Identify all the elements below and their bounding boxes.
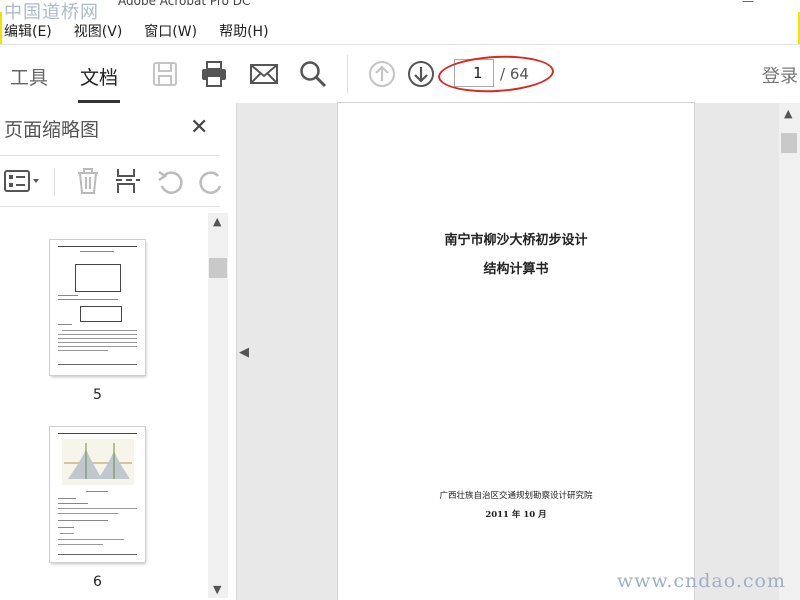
scrollbar-thumb[interactable] bbox=[781, 133, 797, 153]
scrollbar-thumb[interactable] bbox=[209, 258, 227, 278]
scroll-up-icon[interactable]: ▲ bbox=[784, 107, 792, 120]
panel-separator bbox=[54, 168, 55, 196]
page-thumbnail-6[interactable] bbox=[50, 427, 145, 562]
thumb-text-line bbox=[62, 330, 137, 331]
print-icon[interactable] bbox=[199, 59, 229, 89]
thumb-text-line bbox=[58, 346, 137, 347]
thumb-text-line bbox=[58, 342, 137, 343]
thumb-table bbox=[80, 306, 122, 322]
watermark-bottom: www.cndao.com bbox=[616, 570, 786, 592]
tab-tools[interactable]: 工具 bbox=[10, 63, 48, 90]
thumbnail-scrollbar[interactable]: ▲ ▼ bbox=[208, 213, 228, 598]
thumb-text-line bbox=[58, 338, 137, 339]
thumb-table bbox=[75, 264, 121, 292]
menu-bar: 编辑(E) 视图(V) 窗口(W) 帮助(H) bbox=[0, 18, 800, 44]
thumb-header-line bbox=[58, 433, 137, 434]
thumb-header-line bbox=[58, 246, 137, 247]
menu-view[interactable]: 视图(V) bbox=[72, 19, 125, 43]
thumbnail-list: 5 6 bbox=[0, 209, 208, 600]
rotate-right-icon[interactable] bbox=[198, 166, 222, 196]
thumb-text-line bbox=[58, 350, 108, 351]
document-title: 南宁市柳沙大桥初步设计 bbox=[444, 233, 588, 248]
menu-window[interactable]: 窗口(W) bbox=[142, 19, 199, 43]
document-scrollbar[interactable]: ▲ bbox=[779, 103, 800, 600]
thumb-text-line bbox=[86, 491, 108, 492]
document-view: ◀ 南宁市柳沙大桥初步设计 结构计算书 广西壮族自治区交通规划勘察设计研究院 2… bbox=[237, 103, 800, 600]
document-organization: 广西壮族自治区交通规划勘察设计研究院 bbox=[439, 491, 593, 501]
thumb-text-line bbox=[58, 498, 76, 499]
tab-document[interactable]: 文档 bbox=[80, 63, 118, 90]
options-menu-icon[interactable] bbox=[4, 166, 44, 196]
thumb-text-line bbox=[58, 513, 118, 514]
toolbar: 工具 文档 1 / 64 bbox=[0, 44, 800, 104]
rotate-left-icon[interactable] bbox=[156, 166, 184, 196]
login-link[interactable]: 登录 bbox=[762, 62, 798, 88]
close-icon[interactable]: ✕ bbox=[190, 115, 208, 140]
scroll-down-icon[interactable]: ▼ bbox=[213, 583, 221, 596]
document-page: 南宁市柳沙大桥初步设计 结构计算书 广西壮族自治区交通规划勘察设计研究院 201… bbox=[338, 103, 694, 600]
thumb-text-line bbox=[58, 334, 137, 335]
menu-help[interactable]: 帮助(H) bbox=[217, 19, 270, 43]
thumb-footer-line bbox=[58, 364, 137, 365]
menu-edit[interactable]: 编辑(E) bbox=[2, 19, 54, 43]
title-bar: Adobe Acrobat Pro DC — bbox=[0, 0, 800, 12]
thumbnail-label: 5 bbox=[93, 387, 102, 403]
thumb-text-line bbox=[58, 520, 108, 521]
extract-icon[interactable] bbox=[114, 166, 142, 196]
document-date: 2011 年 10 月 bbox=[485, 510, 547, 520]
thumb-text-line bbox=[58, 299, 118, 300]
thumb-text-line bbox=[80, 251, 114, 252]
minimize-icon[interactable]: — bbox=[742, 0, 754, 8]
toolbar-separator bbox=[347, 55, 348, 93]
thumbnail-panel: 页面缩略图 ✕ 5 6 ▲ ▼ bbox=[0, 103, 237, 600]
page-thumbnail-5[interactable] bbox=[50, 240, 145, 375]
document-subtitle: 结构计算书 bbox=[483, 262, 549, 277]
panel-title: 页面缩略图 bbox=[4, 119, 100, 141]
thumb-text-line bbox=[58, 324, 72, 325]
thumbnail-label: 6 bbox=[93, 574, 102, 590]
thumb-text-line bbox=[58, 544, 103, 545]
search-icon[interactable] bbox=[298, 59, 328, 89]
panel-toolbar bbox=[0, 155, 222, 207]
collapse-panel-icon[interactable]: ◀ bbox=[239, 345, 249, 360]
scroll-up-icon[interactable]: ▲ bbox=[213, 215, 221, 228]
thumb-footer-line bbox=[58, 554, 137, 555]
thumb-text-line bbox=[58, 503, 88, 504]
thumb-text-line bbox=[58, 295, 78, 296]
bridge-diagram-image bbox=[62, 439, 134, 485]
window-title: Adobe Acrobat Pro DC bbox=[118, 0, 251, 8]
thumb-text-line bbox=[58, 527, 74, 528]
page-up-icon[interactable] bbox=[367, 59, 397, 89]
delete-icon[interactable] bbox=[74, 166, 102, 196]
thumb-text-line bbox=[58, 508, 137, 509]
page-down-icon[interactable] bbox=[406, 59, 436, 89]
save-icon[interactable] bbox=[150, 59, 180, 89]
email-icon[interactable] bbox=[249, 59, 279, 89]
thumb-text-line bbox=[60, 533, 74, 534]
thumb-text-line bbox=[58, 539, 124, 540]
